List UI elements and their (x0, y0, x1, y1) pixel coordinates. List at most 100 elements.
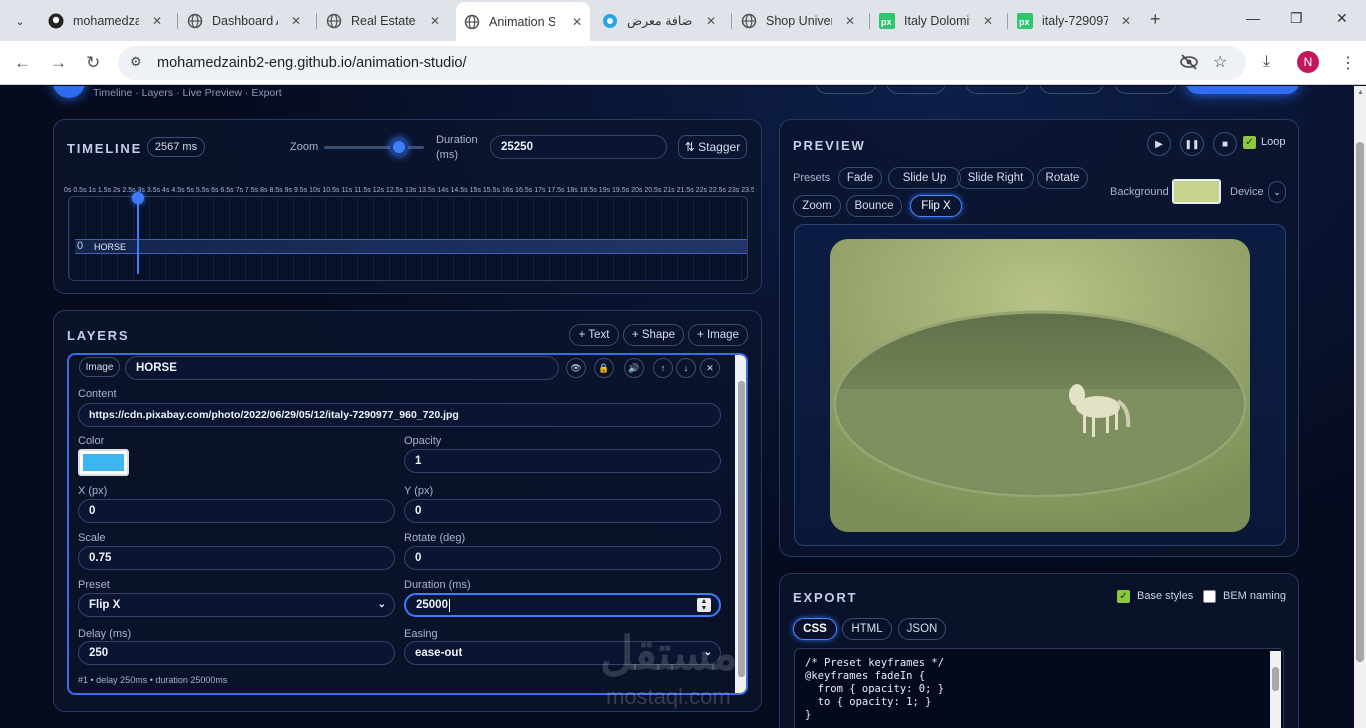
browser-tab[interactable]: px italy-729097 ✕ (1009, 5, 1139, 36)
delay-input[interactable]: 250 (78, 641, 395, 665)
layer-name-input[interactable]: HORSE (125, 356, 559, 380)
preset-button-bounce[interactable]: Bounce (846, 195, 902, 217)
export-tab-json[interactable]: JSON (898, 618, 946, 640)
header-button[interactable] (1114, 86, 1177, 94)
back-icon[interactable]: ← (14, 53, 31, 73)
timeline-duration-input[interactable]: 25250 (490, 135, 667, 159)
profile-avatar[interactable]: N (1297, 51, 1319, 73)
browser-tab[interactable]: Animation St ✕ (456, 2, 590, 41)
eye-off-icon[interactable] (1179, 53, 1199, 76)
tab-search-chevron-icon[interactable]: ⌄ (8, 9, 32, 33)
page-scrollbar-thumb[interactable] (1356, 142, 1364, 662)
menu-dots-icon[interactable]: ⋮ (1340, 53, 1356, 73)
preset-button-slide-right[interactable]: Slide Right (957, 167, 1034, 189)
tab-close-icon[interactable]: ✕ (1121, 14, 1131, 28)
browser-tab[interactable]: mohamedza ✕ (40, 5, 170, 36)
rotate-input[interactable]: 0 (404, 546, 721, 570)
add-shape-button[interactable]: + Shape (623, 324, 684, 346)
header-button[interactable] (886, 86, 946, 94)
add-text-button[interactable]: + Text (569, 324, 619, 346)
preset-select[interactable]: Flip X ⌄ (78, 593, 395, 617)
close-window-icon[interactable]: ✕ (1336, 10, 1348, 27)
tab-close-icon[interactable]: ✕ (291, 14, 301, 28)
base-styles-checkbox[interactable]: ✓ (1117, 590, 1130, 603)
tab-close-icon[interactable]: ✕ (430, 14, 440, 28)
export-tab-css[interactable]: CSS (793, 618, 837, 640)
globe-icon (741, 13, 757, 29)
code-scrollbar-thumb[interactable] (1272, 667, 1279, 691)
browser-tab[interactable]: إضافة معرض ✕ (594, 5, 724, 36)
minimize-icon[interactable]: — (1246, 10, 1260, 26)
move-up-icon[interactable]: ↑ (653, 358, 673, 378)
preset-button-rotate[interactable]: Rotate (1037, 167, 1088, 189)
forward-icon[interactable]: → (50, 53, 67, 73)
restore-icon[interactable]: ❐ (1290, 10, 1303, 27)
pause-icon[interactable]: ❚❚ (1180, 132, 1204, 156)
move-down-icon[interactable]: ↓ (676, 358, 696, 378)
preview-panel: PREVIEW ▶ ❚❚ ■ ✓ Loop Presets Fade Slide … (779, 119, 1299, 557)
zoom-slider-thumb[interactable] (390, 138, 408, 156)
layers-scrollbar-thumb[interactable] (738, 381, 745, 677)
color-swatch[interactable] (78, 449, 129, 476)
preset-button-slide-up[interactable]: Slide Up (888, 167, 961, 189)
add-image-button[interactable]: + Image (688, 324, 748, 346)
content-label: Content (78, 388, 117, 400)
page-scrollbar[interactable]: ▲ (1354, 86, 1366, 728)
site-info-icon[interactable]: ⚙ (130, 54, 142, 70)
export-code-box[interactable]: /* Preset keyframes */ @keyframes fadeIn… (794, 648, 1284, 728)
browser-tab[interactable]: Dashboard A ✕ (179, 5, 309, 36)
scroll-up-icon[interactable]: ▲ (1357, 89, 1364, 96)
header-button[interactable] (1039, 86, 1104, 94)
browser-tab[interactable]: px Italy Dolomit ✕ (871, 5, 1001, 36)
play-icon[interactable]: ▶ (1147, 132, 1171, 156)
number-spinner-icon[interactable]: ▲ ▼ (697, 598, 711, 612)
zoom-slider[interactable] (324, 138, 424, 156)
y-input[interactable]: 0 (404, 499, 721, 523)
code-scrollbar[interactable] (1270, 651, 1281, 728)
preset-button-flip-x[interactable]: Flip X (910, 195, 962, 217)
background-color-swatch[interactable] (1172, 179, 1221, 204)
duration-input-value: 25000 (416, 599, 448, 611)
device-dropdown-chevron-icon[interactable]: ⌄ (1268, 181, 1286, 203)
stop-icon[interactable]: ■ (1213, 132, 1237, 156)
delete-layer-icon[interactable]: ✕ (700, 358, 720, 378)
timeline-track-area[interactable]: 0 HORSE (68, 192, 748, 281)
scale-input[interactable]: 0.75 (78, 546, 395, 570)
download-icon[interactable]: ⤓ (1263, 53, 1270, 71)
opacity-input[interactable]: 1 (404, 449, 721, 473)
export-code: /* Preset keyframes */ @keyframes fadeIn… (805, 657, 945, 721)
url-text[interactable]: mohamedzainb2-eng.github.io/animation-st… (157, 55, 467, 71)
header-button[interactable] (965, 86, 1029, 94)
tab-close-icon[interactable]: ✕ (706, 14, 716, 28)
omnibox[interactable]: ⚙ mohamedzainb2-eng.github.io/animation-… (118, 46, 1246, 80)
loop-checkbox[interactable]: ✓ (1243, 136, 1256, 149)
browser-tab[interactable]: Real Estate U ✕ (318, 5, 448, 36)
bem-naming-checkbox[interactable] (1203, 590, 1216, 603)
tab-close-icon[interactable]: ✕ (572, 15, 582, 29)
header-button[interactable] (815, 86, 877, 94)
easing-select-value: ease-out (415, 647, 463, 659)
sound-icon[interactable]: 🔊 (624, 358, 644, 378)
tab-close-icon[interactable]: ✕ (845, 14, 855, 28)
playhead-line[interactable] (137, 197, 139, 274)
reload-icon[interactable]: ↻ (86, 53, 100, 73)
watermark-latin: mostaql.com (606, 684, 731, 709)
tab-close-icon[interactable]: ✕ (983, 14, 993, 28)
track-bar[interactable] (75, 239, 747, 254)
preset-button-fade[interactable]: Fade (838, 167, 882, 189)
x-input[interactable]: 0 (78, 499, 395, 523)
preview-canvas[interactable] (830, 239, 1250, 532)
stagger-button[interactable]: ⇅ Stagger (678, 135, 747, 159)
browser-tab[interactable]: Shop Univer ✕ (733, 5, 863, 36)
visibility-eye-icon[interactable]: 👁 (566, 358, 586, 378)
export-tab-html[interactable]: HTML (842, 618, 892, 640)
lock-icon[interactable]: 🔒 (594, 358, 614, 378)
content-url-input[interactable]: https://cdn.pixabay.com/photo/2022/06/29… (78, 403, 721, 427)
playhead-handle[interactable] (132, 192, 144, 204)
preset-button-zoom[interactable]: Zoom (793, 195, 841, 217)
tab-close-icon[interactable]: ✕ (152, 14, 162, 28)
bookmark-star-icon[interactable]: ☆ (1213, 52, 1227, 72)
duration-input[interactable]: 25000 ▲ ▼ (404, 593, 721, 617)
header-primary-button[interactable] (1186, 86, 1299, 94)
new-tab-button[interactable]: + (1150, 9, 1161, 30)
